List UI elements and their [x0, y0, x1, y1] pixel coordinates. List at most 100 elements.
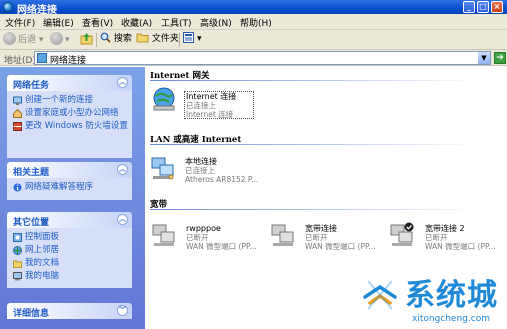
network-icon: [3, 2, 13, 12]
maximize-button[interactable]: □: [477, 1, 489, 13]
menu-tools[interactable]: 工具(T): [161, 16, 192, 29]
panel-header[interactable]: 网络任务 ︽: [7, 75, 132, 91]
connection-name: 宽带连接 2: [425, 224, 465, 233]
toolbar-separator: [179, 33, 180, 47]
group-divider: [150, 144, 480, 145]
place-my-computer[interactable]: 我的电脑: [13, 271, 128, 282]
menu-favorites[interactable]: 收藏(A): [121, 16, 152, 29]
connection-text: 宽带连接 已断开 WAN 微型端口 (PP...: [305, 224, 375, 251]
panel-related-topics: 相关主题 ︽ 网络疑难解答程序: [7, 162, 132, 200]
lan-connection-icon: [151, 157, 174, 180]
menu-view[interactable]: 查看(V): [82, 16, 113, 29]
connection-name: rwpppoe: [186, 224, 221, 233]
task-firewall-settings[interactable]: 更改 Windows 防火墙设置: [13, 121, 128, 132]
firewall-icon: [13, 122, 22, 131]
connection-name: Internet 连接: [186, 92, 237, 101]
connection-text: rwpppoe 已断开 WAN 微型端口 (PP...: [186, 224, 256, 251]
address-input[interactable]: 网络连接 ▼: [34, 51, 491, 66]
toolbar: 后退 ▾ ▾ 搜索 文件夹 ▾: [0, 30, 507, 50]
panel-other-places: 其它位置 ︽ 控制面板 网上邻居 我的文档 我的电脑: [7, 212, 132, 288]
group-divider: [150, 209, 480, 210]
panel-title: 相关主题: [13, 168, 50, 178]
menu-help[interactable]: 帮助(H): [240, 16, 272, 29]
address-bar: 地址(D) 网络连接 ▼ ➔: [0, 50, 507, 66]
watermark-logo-icon: [363, 280, 397, 310]
collapse-chevron-icon[interactable]: ︽: [117, 77, 128, 88]
my-computer-icon: [13, 272, 22, 281]
up-folder-button[interactable]: [80, 32, 93, 47]
views-button[interactable]: ▾: [183, 32, 202, 47]
search-icon: [100, 32, 111, 43]
address-value: 网络连接: [50, 56, 87, 66]
connection-status: 已连接上: [185, 166, 215, 175]
group-divider: [150, 80, 480, 81]
connection-status: 已断开: [305, 233, 328, 242]
panel-title: 详细信息: [13, 309, 50, 319]
connection-text: 本地连接 已连接上 Atheros AR8152 P...: [185, 157, 258, 184]
menu-file[interactable]: 文件(F): [5, 16, 35, 29]
control-panel-icon: [13, 233, 22, 242]
close-button[interactable]: ×: [491, 1, 503, 13]
connection-device: WAN 微型端口 (PP...: [425, 242, 496, 251]
connection-device: WAN 微型端口 (PP...: [305, 242, 376, 251]
broadband-default-icon: [390, 222, 414, 246]
task-create-connection[interactable]: 创建一个新的连接: [13, 95, 128, 106]
forward-button[interactable]: ▾: [50, 32, 70, 47]
connection-device: WAN 微型端口 (PP...: [186, 242, 257, 251]
connection-name: 本地连接: [185, 157, 217, 166]
connection-status: 已连接上: [186, 101, 216, 110]
collapse-chevron-icon[interactable]: ︽: [117, 164, 128, 175]
info-icon: [13, 183, 22, 192]
address-label: 地址(D): [4, 56, 36, 66]
title-bar: 网络连接 _ □ ×: [0, 0, 507, 16]
broadband-disconnected-icon: [271, 224, 294, 246]
connection-name: 宽带连接: [305, 224, 337, 233]
broadband-disconnected-icon: [152, 224, 175, 246]
address-dropdown-button[interactable]: ▼: [478, 52, 490, 64]
panel-body: 网络疑难解答程序: [7, 178, 132, 200]
task-pane: 网络任务 ︽ 创建一个新的连接 设置家庭或小型办公网络 更改 Windows 防…: [0, 67, 145, 329]
place-network-places[interactable]: 网上邻居: [13, 245, 128, 256]
panel-header[interactable]: 其它位置 ︽: [7, 212, 132, 228]
connection-status: 已断开: [186, 233, 209, 242]
network-places-icon: [13, 246, 22, 255]
menu-edit[interactable]: 编辑(E): [43, 16, 74, 29]
internet-gateway-icon: [153, 87, 175, 111]
home-network-icon: [13, 109, 22, 118]
panel-body: 创建一个新的连接 设置家庭或小型办公网络 更改 Windows 防火墙设置: [7, 91, 132, 158]
new-connection-icon: [13, 96, 22, 105]
network-connections-icon: [37, 53, 47, 63]
toolbar-separator: [96, 33, 97, 47]
watermark-text: 系统城: [405, 278, 498, 313]
watermark-url: xitongcheng.com: [412, 314, 490, 324]
panel-details: 详细信息 ︾: [7, 303, 132, 319]
panel-body: 控制面板 网上邻居 我的文档 我的电脑: [7, 228, 132, 288]
back-button[interactable]: 后退 ▾: [3, 32, 43, 47]
panel-title: 网络任务: [13, 81, 50, 91]
watermark: 系统城 xitongcheng.com: [355, 268, 507, 329]
panel-network-tasks: 网络任务 ︽ 创建一个新的连接 设置家庭或小型办公网络 更改 Windows 防…: [7, 75, 132, 158]
place-control-panel[interactable]: 控制面板: [13, 232, 128, 243]
my-documents-icon: [13, 260, 22, 268]
panel-header[interactable]: 详细信息 ︾: [7, 303, 132, 319]
go-button[interactable]: ➔: [494, 52, 506, 64]
task-network-troubleshooter[interactable]: 网络疑难解答程序: [13, 182, 128, 193]
connection-text: Internet 连接 已连接上 Internet 连接: [186, 92, 236, 119]
forward-arrow-icon: [50, 32, 63, 45]
collapse-chevron-icon[interactable]: ︽: [117, 214, 128, 225]
place-my-documents[interactable]: 我的文档: [13, 258, 128, 269]
task-home-network[interactable]: 设置家庭或小型办公网络: [13, 108, 128, 119]
search-button[interactable]: 搜索: [100, 32, 132, 47]
folder-icon: [136, 33, 149, 43]
panel-title: 其它位置: [13, 218, 50, 228]
views-icon: [183, 32, 194, 43]
minimize-button[interactable]: _: [463, 1, 475, 13]
connection-device: Atheros AR8152 P...: [185, 175, 259, 184]
menu-advanced[interactable]: 高级(N): [200, 16, 232, 29]
panel-header[interactable]: 相关主题 ︽: [7, 162, 132, 178]
expand-chevron-icon[interactable]: ︾: [117, 305, 128, 316]
connection-text: 宽带连接 2 已断开 WAN 微型端口 (PP...: [425, 224, 495, 251]
folders-button[interactable]: 文件夹: [136, 32, 179, 47]
connection-device: Internet 连接: [186, 110, 234, 119]
connection-status: 已断开: [425, 233, 448, 242]
